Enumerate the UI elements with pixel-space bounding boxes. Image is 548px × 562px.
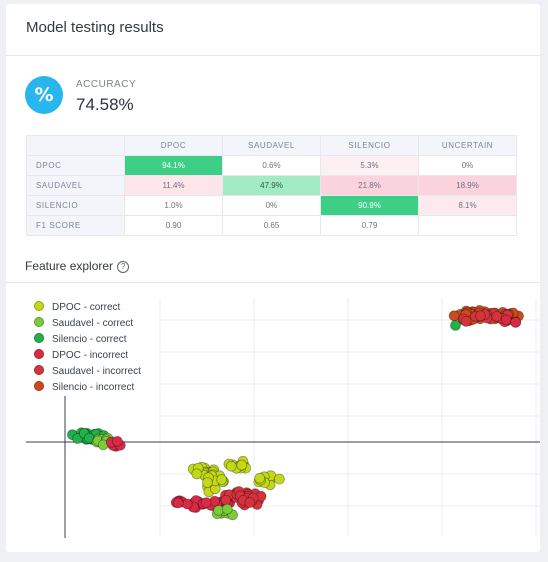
matrix-cell: 94.1% — [124, 155, 223, 176]
accuracy-label: ACCURACY — [76, 79, 137, 90]
legend-label: Silencio - incorrect — [52, 382, 135, 393]
accuracy-value: 74.58% — [76, 95, 134, 114]
matrix-cell: 90.9% — [320, 195, 419, 216]
scatter-point — [510, 317, 522, 328]
legend-label: Silencio - correct — [52, 334, 127, 345]
scatter-point — [112, 435, 123, 447]
matrix-cell: 0.79 — [320, 215, 419, 236]
scatter-point — [273, 473, 285, 485]
matrix-col-header: DPOC — [124, 135, 223, 156]
confusion-matrix: DPOC SAUDAVEL SILENCIO UNCERTAIN DPOC 94.… — [26, 135, 517, 236]
model-testing-card: Model testing results % ACCURACY 74.58% … — [6, 4, 540, 552]
scatter-point — [202, 477, 213, 488]
legend-dot-icon — [34, 349, 44, 359]
legend-item: Silencio - incorrect — [34, 380, 141, 396]
help-circle-icon[interactable]: ? — [117, 261, 130, 273]
matrix-cell: 21.8% — [320, 175, 419, 196]
scatter-point — [236, 459, 248, 471]
matrix-row: F1 SCORE 0.90 0.65 0.79 — [26, 215, 517, 236]
matrix-body: DPOC 94.1% 0.6% 5.3% 0% SAUDAVEL 11.4% 47.9% 21.… — [26, 155, 517, 236]
matrix-cell: 0% — [222, 195, 321, 216]
matrix-header-row: DPOC SAUDAVEL SILENCIO UNCERTAIN — [26, 135, 517, 156]
matrix-cell: 47.9% — [222, 175, 321, 196]
percent-icon: % — [25, 76, 63, 114]
scatter-point — [500, 314, 512, 326]
matrix-cell: 0% — [418, 155, 517, 176]
scatter-point — [216, 474, 228, 485]
scatter-point — [460, 316, 472, 327]
legend-dot-icon — [34, 381, 44, 391]
scatter-point — [450, 320, 461, 331]
scatter-point — [491, 311, 503, 322]
matrix-cell: 8.1% — [418, 195, 517, 216]
matrix-row: DPOC 94.1% 0.6% 5.3% 0% — [26, 155, 517, 176]
matrix-cell: 0.65 — [222, 215, 321, 236]
matrix-col-header: SAUDAVEL — [222, 135, 321, 156]
matrix-cell: 18.9% — [418, 175, 517, 196]
feature-explorer-title: Feature explorer? — [25, 259, 130, 273]
matrix-col-header: UNCERTAIN — [418, 135, 517, 156]
scatter-point — [474, 310, 486, 322]
legend-label: Saudavel - correct — [52, 318, 134, 329]
feature-explorer-label: Feature explorer — [25, 259, 114, 273]
legend-dot-icon — [34, 301, 44, 311]
card-title: Model testing results — [26, 19, 164, 36]
legend-dot-icon — [34, 333, 44, 343]
legend-label: Saudavel - incorrect — [52, 366, 141, 377]
matrix-row-header: DPOC — [26, 155, 125, 176]
legend-item: Saudavel - correct — [34, 316, 141, 332]
scatter-point — [221, 503, 233, 515]
matrix-cell — [418, 215, 517, 236]
matrix-row-header: SILENCIO — [26, 195, 125, 216]
legend-dot-icon — [34, 317, 44, 327]
legend-label: DPOC - incorrect — [52, 350, 129, 361]
matrix-cell: 0.90 — [124, 215, 223, 236]
scatter-point — [181, 498, 193, 510]
scatter-point — [200, 497, 212, 509]
scatter-point — [191, 468, 203, 480]
legend-label: DPOC - correct — [52, 302, 121, 313]
scatter-point — [244, 497, 256, 508]
scatter-point — [448, 310, 460, 322]
legend-item: DPOC - incorrect — [34, 348, 141, 364]
legend-dot-icon — [34, 365, 44, 375]
matrix-row: SAUDAVEL 11.4% 47.9% 21.8% 18.9% — [26, 175, 517, 196]
plot-legend: DPOC - correct Saudavel - correct Silencio… — [34, 300, 141, 396]
legend-item: Silencio - correct — [34, 332, 141, 348]
matrix-corner — [26, 135, 125, 156]
legend-item: Saudavel - incorrect — [34, 364, 141, 380]
matrix-row-header: F1 SCORE — [26, 215, 125, 236]
matrix-cell: 1.0% — [124, 195, 223, 216]
matrix-row: SILENCIO 1.0% 0% 90.9% 8.1% — [26, 195, 517, 216]
scatter-point — [254, 472, 266, 484]
scatter-point — [172, 497, 184, 509]
matrix-cell: 0.6% — [222, 155, 321, 176]
matrix-cell: 5.3% — [320, 155, 419, 176]
legend-item: DPOC - correct — [34, 300, 141, 316]
scatter-point — [220, 494, 232, 506]
matrix-col-header: SILENCIO — [320, 135, 419, 156]
card-header: Model testing results — [6, 4, 540, 56]
matrix-cell: 11.4% — [124, 175, 223, 196]
scatter-point — [225, 460, 237, 472]
matrix-row-header: SAUDAVEL — [26, 175, 125, 196]
section-divider — [6, 282, 540, 283]
